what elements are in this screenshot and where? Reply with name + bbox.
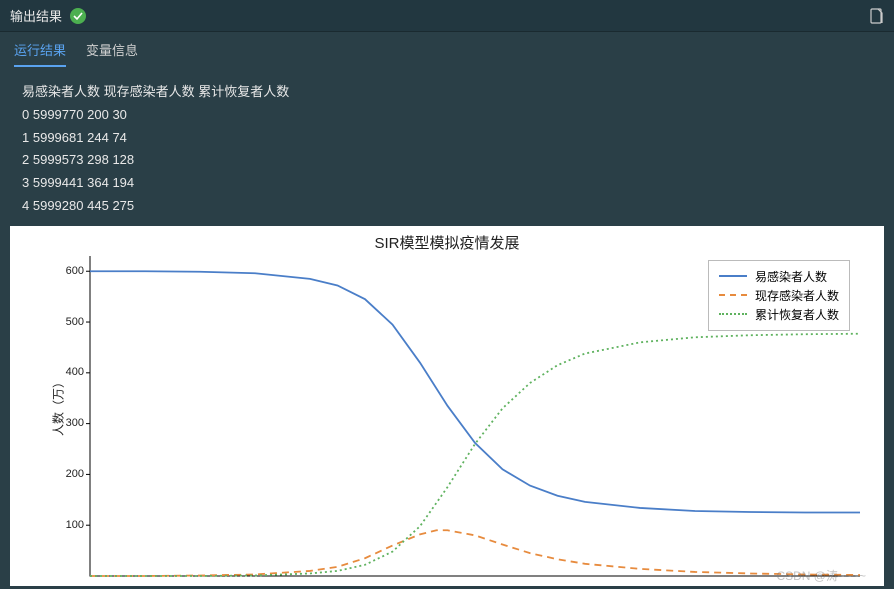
output-row: 3 5999441 364 194 bbox=[22, 175, 134, 190]
legend: 易感染者人数 现存感染者人数 累计恢复者人数 bbox=[708, 260, 850, 331]
tab-bar: 运行结果 变量信息 bbox=[0, 32, 894, 67]
legend-item-infected: 现存感染者人数 bbox=[719, 286, 839, 305]
series-line bbox=[90, 530, 860, 576]
y-tick-label: 600 bbox=[66, 265, 84, 277]
legend-line-icon bbox=[719, 313, 747, 315]
plot-region: 易感染者人数 现存感染者人数 累计恢复者人数 10020030040050060… bbox=[90, 256, 860, 576]
legend-label: 累计恢复者人数 bbox=[755, 306, 839, 323]
output-row: 1 5999681 244 74 bbox=[22, 130, 127, 145]
output-row: 0 5999770 200 30 bbox=[22, 107, 127, 122]
y-tick-label: 100 bbox=[66, 519, 84, 531]
legend-line-icon bbox=[719, 294, 747, 296]
series-line bbox=[90, 333, 860, 575]
output-header: 输出结果 bbox=[0, 0, 894, 32]
output-text-block: 易感染者人数 现存感染者人数 累计恢复者人数 0 5999770 200 30 … bbox=[0, 67, 894, 226]
output-row: 2 5999573 298 128 bbox=[22, 152, 134, 167]
legend-item-recovered: 累计恢复者人数 bbox=[719, 305, 839, 324]
legend-item-susceptible: 易感染者人数 bbox=[719, 267, 839, 286]
y-tick-label: 200 bbox=[66, 468, 84, 480]
chart-title: SIR模型模拟疫情发展 bbox=[10, 226, 884, 253]
header-title: 输出结果 bbox=[10, 6, 62, 25]
legend-label: 现存感染者人数 bbox=[755, 287, 839, 304]
y-tick-label: 400 bbox=[66, 366, 84, 378]
tab-run-result[interactable]: 运行结果 bbox=[14, 40, 66, 67]
y-axis-label: 人数（万） bbox=[50, 375, 67, 435]
y-tick-label: 500 bbox=[66, 316, 84, 328]
header-actions bbox=[870, 8, 884, 24]
tab-variables[interactable]: 变量信息 bbox=[86, 40, 138, 67]
success-check-icon bbox=[70, 8, 86, 24]
legend-label: 易感染者人数 bbox=[755, 268, 827, 285]
export-icon[interactable] bbox=[870, 8, 884, 24]
watermark: CSDN @涛~~~~ bbox=[776, 567, 866, 584]
output-row: 4 5999280 445 275 bbox=[22, 198, 134, 213]
legend-line-icon bbox=[719, 275, 747, 277]
chart-area: SIR模型模拟疫情发展 人数（万） 易感染者人数 现存感染者人数 累计恢复者人数… bbox=[10, 226, 884, 586]
output-columns-header: 易感染者人数 现存感染者人数 累计恢复者人数 bbox=[22, 84, 289, 99]
y-tick-label: 300 bbox=[66, 417, 84, 429]
